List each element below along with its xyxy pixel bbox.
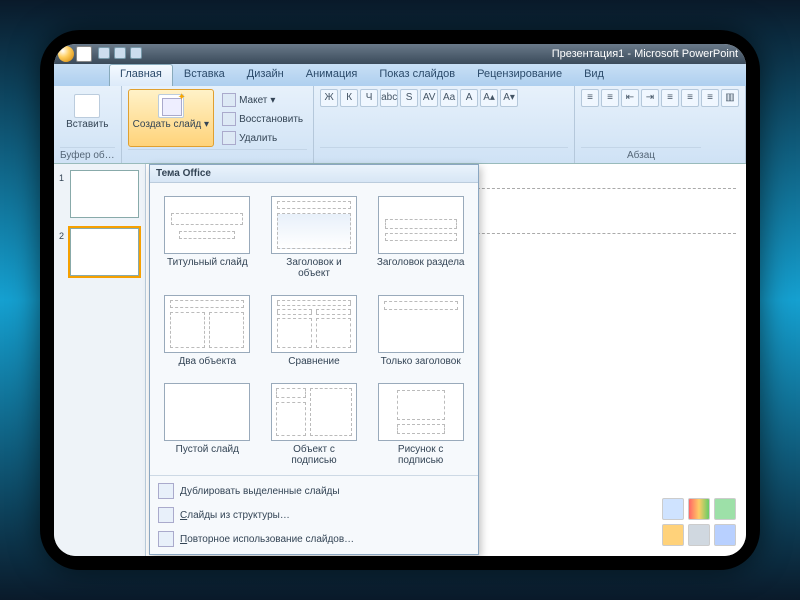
paragraph-group-label: Абзац [581,147,701,163]
slide-thumb[interactable]: 1 [70,170,139,218]
italic-button[interactable]: К [340,89,358,107]
layout-section-header[interactable]: Заголовок раздела [371,191,470,284]
reuse-icon [158,531,174,547]
tab-insert[interactable]: Вставка [173,64,236,86]
new-slide-label: Создать слайд ▾ [133,120,209,130]
grow-font-button[interactable]: A▴ [480,89,498,107]
reuse-slides-item[interactable]: Повторное использование слайдов… [150,527,478,551]
tab-view[interactable]: Вид [573,64,615,86]
layout-title-content[interactable]: Заголовок и объект [265,191,364,284]
outline-icon [158,507,174,523]
tab-slideshow[interactable]: Показ слайдов [368,64,466,86]
insert-smartart-icon[interactable] [714,498,736,520]
group-clipboard: Вставить Буфер об… [54,86,122,163]
ribbon: Вставить Буфер об… Создать слайд ▾ Макет… [54,86,746,164]
clipboard-group-label: Буфер об… [60,147,115,163]
reset-button[interactable]: Восстановить [218,110,307,128]
paste-button[interactable]: Вставить [60,89,115,135]
layout-comparison[interactable]: Сравнение [265,290,364,372]
align-right-button[interactable]: ≡ [701,89,719,107]
insert-picture-icon[interactable] [662,524,684,546]
ribbon-tabs: Главная Вставка Дизайн Анимация Показ сл… [54,64,746,86]
title-bar: Презентация1 - Microsoft PowerPoint [54,44,746,64]
insert-media-icon[interactable] [714,524,736,546]
font-group-label [320,147,568,163]
align-left-button[interactable]: ≡ [661,89,679,107]
insert-table-icon[interactable] [662,498,684,520]
tab-animation[interactable]: Анимация [295,64,369,86]
tab-home[interactable]: Главная [109,64,173,86]
columns-button[interactable]: ▥ [721,89,739,107]
shadow-button[interactable]: S [400,89,418,107]
layout-button[interactable]: Макет ▾ [218,91,307,109]
qat-undo-icon[interactable] [114,47,126,59]
group-font: Ж К Ч abc S AV Aa A A▴ A▾ [314,86,575,163]
slide-thumbnails-pane: 1 2 [54,164,146,556]
qat-save-icon[interactable] [98,47,110,59]
slide-thumb[interactable]: 2 [70,228,139,276]
gallery-header: Тема Office [150,165,478,183]
layout-two-content[interactable]: Два объекта [158,290,257,372]
spacing-button[interactable]: AV [420,89,438,107]
quick-access-toolbar [98,47,142,59]
font-color-button[interactable]: A [460,89,478,107]
indent-inc-button[interactable]: ⇥ [641,89,659,107]
align-center-button[interactable]: ≡ [681,89,699,107]
layout-icon [222,93,236,107]
new-slide-layout-gallery: Тема Office Титульный слайд Заголовок и … [149,164,479,555]
new-slide-icon [158,94,184,118]
slides-group-label [128,149,307,165]
underline-button[interactable]: Ч [360,89,378,107]
layout-title-only[interactable]: Только заголовок [371,290,470,372]
new-slide-button[interactable]: Создать слайд ▾ [128,89,214,147]
office-button[interactable] [58,46,74,62]
shrink-font-button[interactable]: A▾ [500,89,518,107]
paste-label: Вставить [66,120,108,130]
duplicate-slides-item[interactable]: Дублировать выделенные слайды [150,479,478,503]
strike-button[interactable]: abc [380,89,398,107]
reset-icon [222,112,236,126]
bold-button[interactable]: Ж [320,89,338,107]
group-paragraph: ≡ ≡ ⇤ ⇥ ≡ ≡ ≡ ▥ Абзац [575,86,746,163]
content-placeholder-icons [662,498,736,546]
window-title: Презентация1 - Microsoft PowerPoint [552,48,738,60]
system-menu-icon[interactable] [76,46,92,62]
delete-button[interactable]: Удалить [218,129,307,147]
group-slides: Создать слайд ▾ Макет ▾ Восстановить Уда… [122,86,314,163]
tab-design[interactable]: Дизайн [236,64,295,86]
gallery-footer: Дублировать выделенные слайды Слайды из … [150,475,478,554]
paste-icon [74,94,100,118]
screen: Презентация1 - Microsoft PowerPoint Глав… [54,44,746,556]
tab-review[interactable]: Рецензирование [466,64,573,86]
layout-blank[interactable]: Пустой слайд [158,378,257,471]
duplicate-icon [158,483,174,499]
slides-from-outline-item[interactable]: Слайды из структуры… [150,503,478,527]
layout-picture-caption[interactable]: Рисунок с подписью [371,378,470,471]
layout-grid: Титульный слайд Заголовок и объект Загол… [150,183,478,475]
layout-title-slide[interactable]: Титульный слайд [158,191,257,284]
qat-redo-icon[interactable] [130,47,142,59]
layout-content-caption[interactable]: Объект с подписью [265,378,364,471]
insert-chart-icon[interactable] [688,498,710,520]
bullets-button[interactable]: ≡ [581,89,599,107]
monitor-frame: Презентация1 - Microsoft PowerPoint Глав… [40,30,760,570]
insert-clipart-icon[interactable] [688,524,710,546]
indent-dec-button[interactable]: ⇤ [621,89,639,107]
delete-icon [222,131,236,145]
case-button[interactable]: Aa [440,89,458,107]
numbering-button[interactable]: ≡ [601,89,619,107]
